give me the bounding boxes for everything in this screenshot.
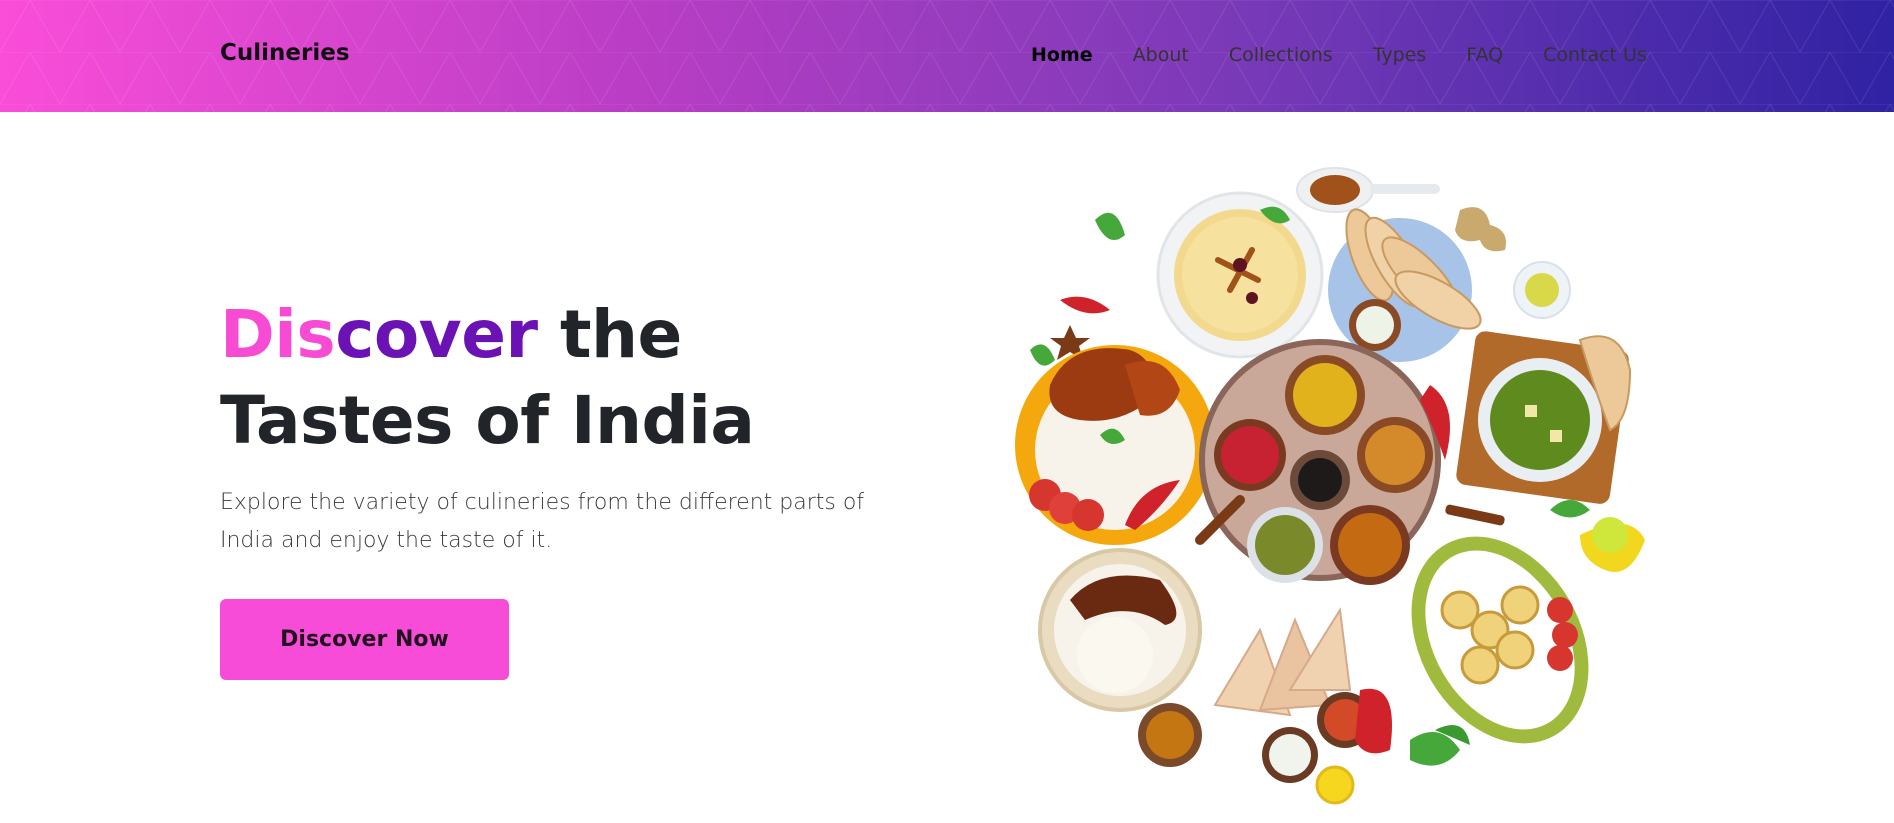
discover-now-button[interactable]: Discover Now bbox=[220, 599, 509, 680]
hero-title: Discover the Tastes of India bbox=[220, 292, 920, 464]
nav-link-collections[interactable]: Collections bbox=[1229, 44, 1333, 66]
indian-food-illustration bbox=[1015, 167, 1645, 805]
nav-link-faq[interactable]: FAQ bbox=[1466, 44, 1503, 66]
hero-subtitle: Explore the variety of culineries from t… bbox=[220, 490, 865, 553]
brand-logo[interactable]: Culineries bbox=[220, 40, 350, 66]
nav-link-types[interactable]: Types bbox=[1373, 44, 1427, 66]
navbar: Culineries Home About Collections Types … bbox=[0, 0, 1894, 112]
hero-title-highlight-pink: Dis bbox=[220, 296, 336, 373]
nav-link-home[interactable]: Home bbox=[1031, 44, 1093, 66]
nav-link-about[interactable]: About bbox=[1133, 44, 1189, 66]
nav-link-contact[interactable]: Contact Us bbox=[1543, 44, 1647, 66]
nav-menu: Home About Collections Types FAQ Contact… bbox=[1031, 44, 1647, 66]
hero-title-highlight-purple: cover bbox=[335, 296, 538, 373]
